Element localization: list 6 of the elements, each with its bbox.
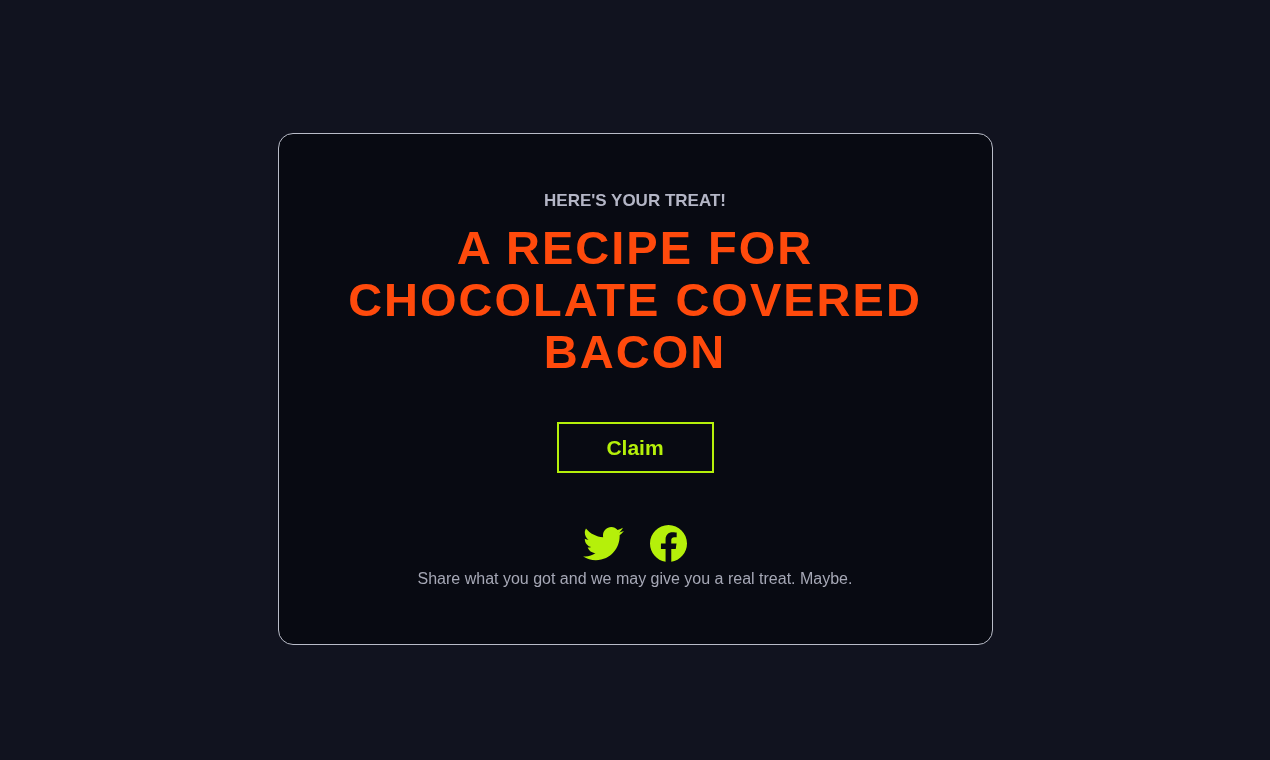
twitter-icon[interactable] — [583, 526, 624, 561]
claim-button[interactable]: Claim — [556, 422, 714, 473]
eyebrow-text: HERE'S YOUR TREAT! — [544, 190, 726, 212]
facebook-icon[interactable] — [650, 525, 687, 562]
share-caption: Share what you got and we may give you a real treat. Maybe. — [417, 570, 853, 588]
recipe-title: A RECIPE FOR CHOCOLATE COVERED BACON — [347, 222, 923, 378]
